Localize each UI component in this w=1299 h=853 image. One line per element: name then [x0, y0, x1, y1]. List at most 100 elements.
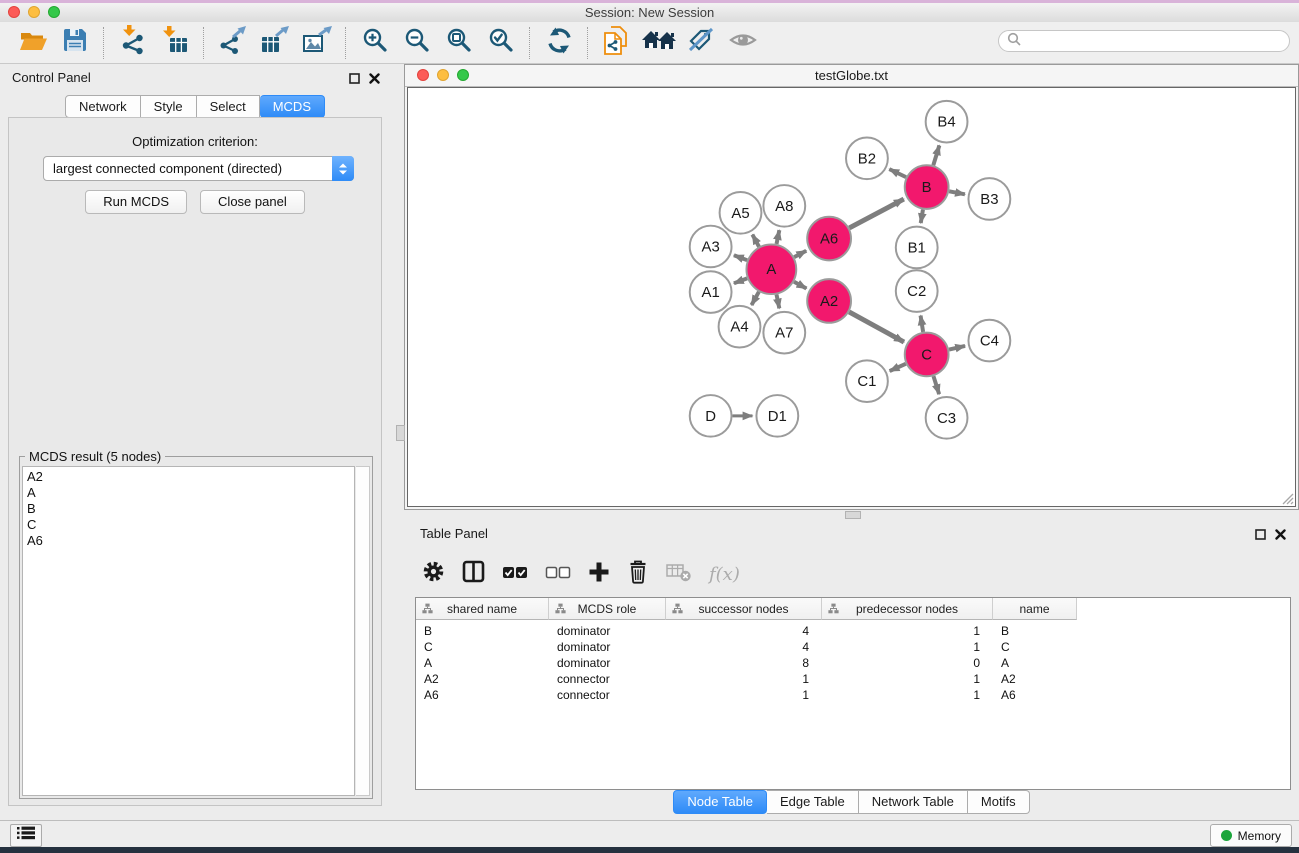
edge-A2-C[interactable] [849, 312, 904, 342]
import-table-button[interactable] [154, 25, 196, 61]
edge-C-C3[interactable] [933, 376, 939, 394]
table-row[interactable]: Cdominator41C [416, 639, 1290, 655]
table-cell[interactable]: 4 [666, 640, 822, 654]
node-A7[interactable]: A7 [763, 312, 805, 354]
node-A1[interactable]: A1 [690, 271, 732, 313]
edge-C-C2[interactable] [921, 316, 924, 332]
close-panel-button[interactable]: Close panel [200, 190, 305, 214]
node-C3[interactable]: C3 [926, 397, 968, 439]
table-row[interactable]: Adominator80A [416, 655, 1290, 671]
zoom-in-button[interactable] [354, 25, 396, 61]
memory-button[interactable]: Memory [1210, 824, 1292, 847]
task-history-button[interactable] [10, 824, 42, 847]
node-C2[interactable]: C2 [896, 270, 938, 312]
apply-layout-button[interactable] [538, 25, 580, 61]
node-B4[interactable]: B4 [926, 101, 968, 143]
edge-A6-B[interactable] [849, 199, 903, 228]
optimization-criterion-select[interactable]: largest connected component (directed) [43, 156, 354, 181]
table-cell[interactable]: 1 [666, 688, 822, 702]
column-header-name[interactable]: name [993, 598, 1077, 620]
add-row-icon[interactable] [588, 561, 610, 588]
column-header-successor-nodes[interactable]: successor nodes [666, 598, 822, 620]
select-stepper[interactable] [332, 156, 354, 181]
show-columns-icon[interactable] [462, 560, 485, 588]
table-cell[interactable]: 1 [822, 640, 993, 654]
table-cell[interactable]: dominator [549, 656, 666, 670]
node-B1[interactable]: B1 [896, 227, 938, 269]
run-mcds-button[interactable]: Run MCDS [85, 190, 187, 214]
table-cell[interactable]: A6 [416, 688, 549, 702]
export-table-button[interactable] [254, 25, 296, 61]
edge-C-C4[interactable] [949, 346, 965, 350]
node-A6[interactable]: A6 [807, 217, 851, 261]
table-cell[interactable]: 0 [822, 656, 993, 670]
node-A2[interactable]: A2 [807, 279, 851, 323]
table-cell[interactable]: 1 [666, 672, 822, 686]
tab-node-table[interactable]: Node Table [673, 790, 767, 814]
save-session-button[interactable] [54, 25, 96, 61]
mcds-result-scrollbar[interactable] [356, 466, 370, 796]
node-D[interactable]: D [690, 395, 732, 437]
table-cell[interactable]: C [416, 640, 549, 654]
node-B2[interactable]: B2 [846, 138, 888, 180]
node-C[interactable]: C [905, 333, 949, 377]
tab-select[interactable]: Select [197, 95, 260, 118]
network-canvas[interactable]: AA1A2A3A4A5A6A7A8BB1B2B3B4CC1C2C3C4DD1 [407, 87, 1296, 507]
table-cell[interactable]: A [993, 656, 1077, 670]
node-A5[interactable]: A5 [720, 192, 762, 234]
search-input[interactable] [1026, 33, 1281, 50]
node-B[interactable]: B [905, 165, 949, 209]
table-cell[interactable]: B [416, 624, 549, 638]
clone-network-button[interactable] [596, 25, 638, 61]
search-field[interactable] [998, 30, 1290, 52]
node-A8[interactable]: A8 [763, 185, 805, 227]
hide-labels-button[interactable] [680, 25, 722, 61]
deselect-all-icon[interactable] [545, 561, 571, 588]
export-network-button[interactable] [212, 25, 254, 61]
edge-A-A2[interactable] [794, 282, 806, 289]
tab-edge-table[interactable]: Edge Table [767, 790, 859, 814]
close-panel-icon[interactable] [1275, 527, 1286, 545]
toggle-visibility-button[interactable] [722, 25, 764, 61]
column-header-predecessor-nodes[interactable]: predecessor nodes [822, 598, 993, 620]
mcds-result-item[interactable]: C [27, 517, 350, 533]
settings-gear-icon[interactable] [422, 560, 445, 588]
table-cell[interactable]: C [993, 640, 1077, 654]
node-table[interactable]: shared nameMCDS rolesuccessor nodesprede… [415, 597, 1291, 790]
table-cell[interactable]: A2 [993, 672, 1077, 686]
home-button[interactable] [638, 25, 680, 61]
table-cell[interactable]: dominator [549, 624, 666, 638]
node-A[interactable]: A [746, 245, 796, 295]
node-C1[interactable]: C1 [846, 360, 888, 402]
network-window-titlebar[interactable]: testGlobe.txt [405, 65, 1298, 87]
edge-A-A1[interactable] [734, 278, 747, 283]
tab-mcds[interactable]: MCDS [260, 95, 325, 118]
edge-A-A8[interactable] [777, 230, 780, 244]
delete-rows-icon[interactable] [627, 560, 649, 589]
edge-A-A6[interactable] [794, 251, 806, 257]
open-session-button[interactable] [12, 25, 54, 61]
mcds-result-item[interactable]: A6 [27, 533, 350, 549]
mcds-result-list[interactable]: A2ABCA6 [22, 466, 355, 796]
select-all-icon[interactable] [502, 561, 528, 588]
zoom-selected-button[interactable] [480, 25, 522, 61]
table-cell[interactable]: 1 [822, 672, 993, 686]
edge-A-A4[interactable] [752, 292, 759, 305]
table-cell[interactable]: B [993, 624, 1077, 638]
column-header-mcds-role[interactable]: MCDS role [549, 598, 666, 620]
table-cell[interactable]: connector [549, 672, 666, 686]
edge-B-B2[interactable] [889, 169, 906, 177]
close-panel-icon[interactable] [369, 71, 380, 89]
edge-B-B1[interactable] [921, 210, 923, 224]
node-C4[interactable]: C4 [968, 320, 1010, 362]
table-cell[interactable]: 8 [666, 656, 822, 670]
node-D1[interactable]: D1 [756, 395, 798, 437]
table-cell[interactable]: 4 [666, 624, 822, 638]
tab-motifs[interactable]: Motifs [968, 790, 1030, 814]
table-cell[interactable]: A6 [993, 688, 1077, 702]
table-cell[interactable]: dominator [549, 640, 666, 654]
zoom-fit-button[interactable] [438, 25, 480, 61]
split-divider-handle-vertical[interactable] [396, 425, 405, 441]
float-panel-icon[interactable] [1255, 527, 1266, 545]
table-cell[interactable]: connector [549, 688, 666, 702]
